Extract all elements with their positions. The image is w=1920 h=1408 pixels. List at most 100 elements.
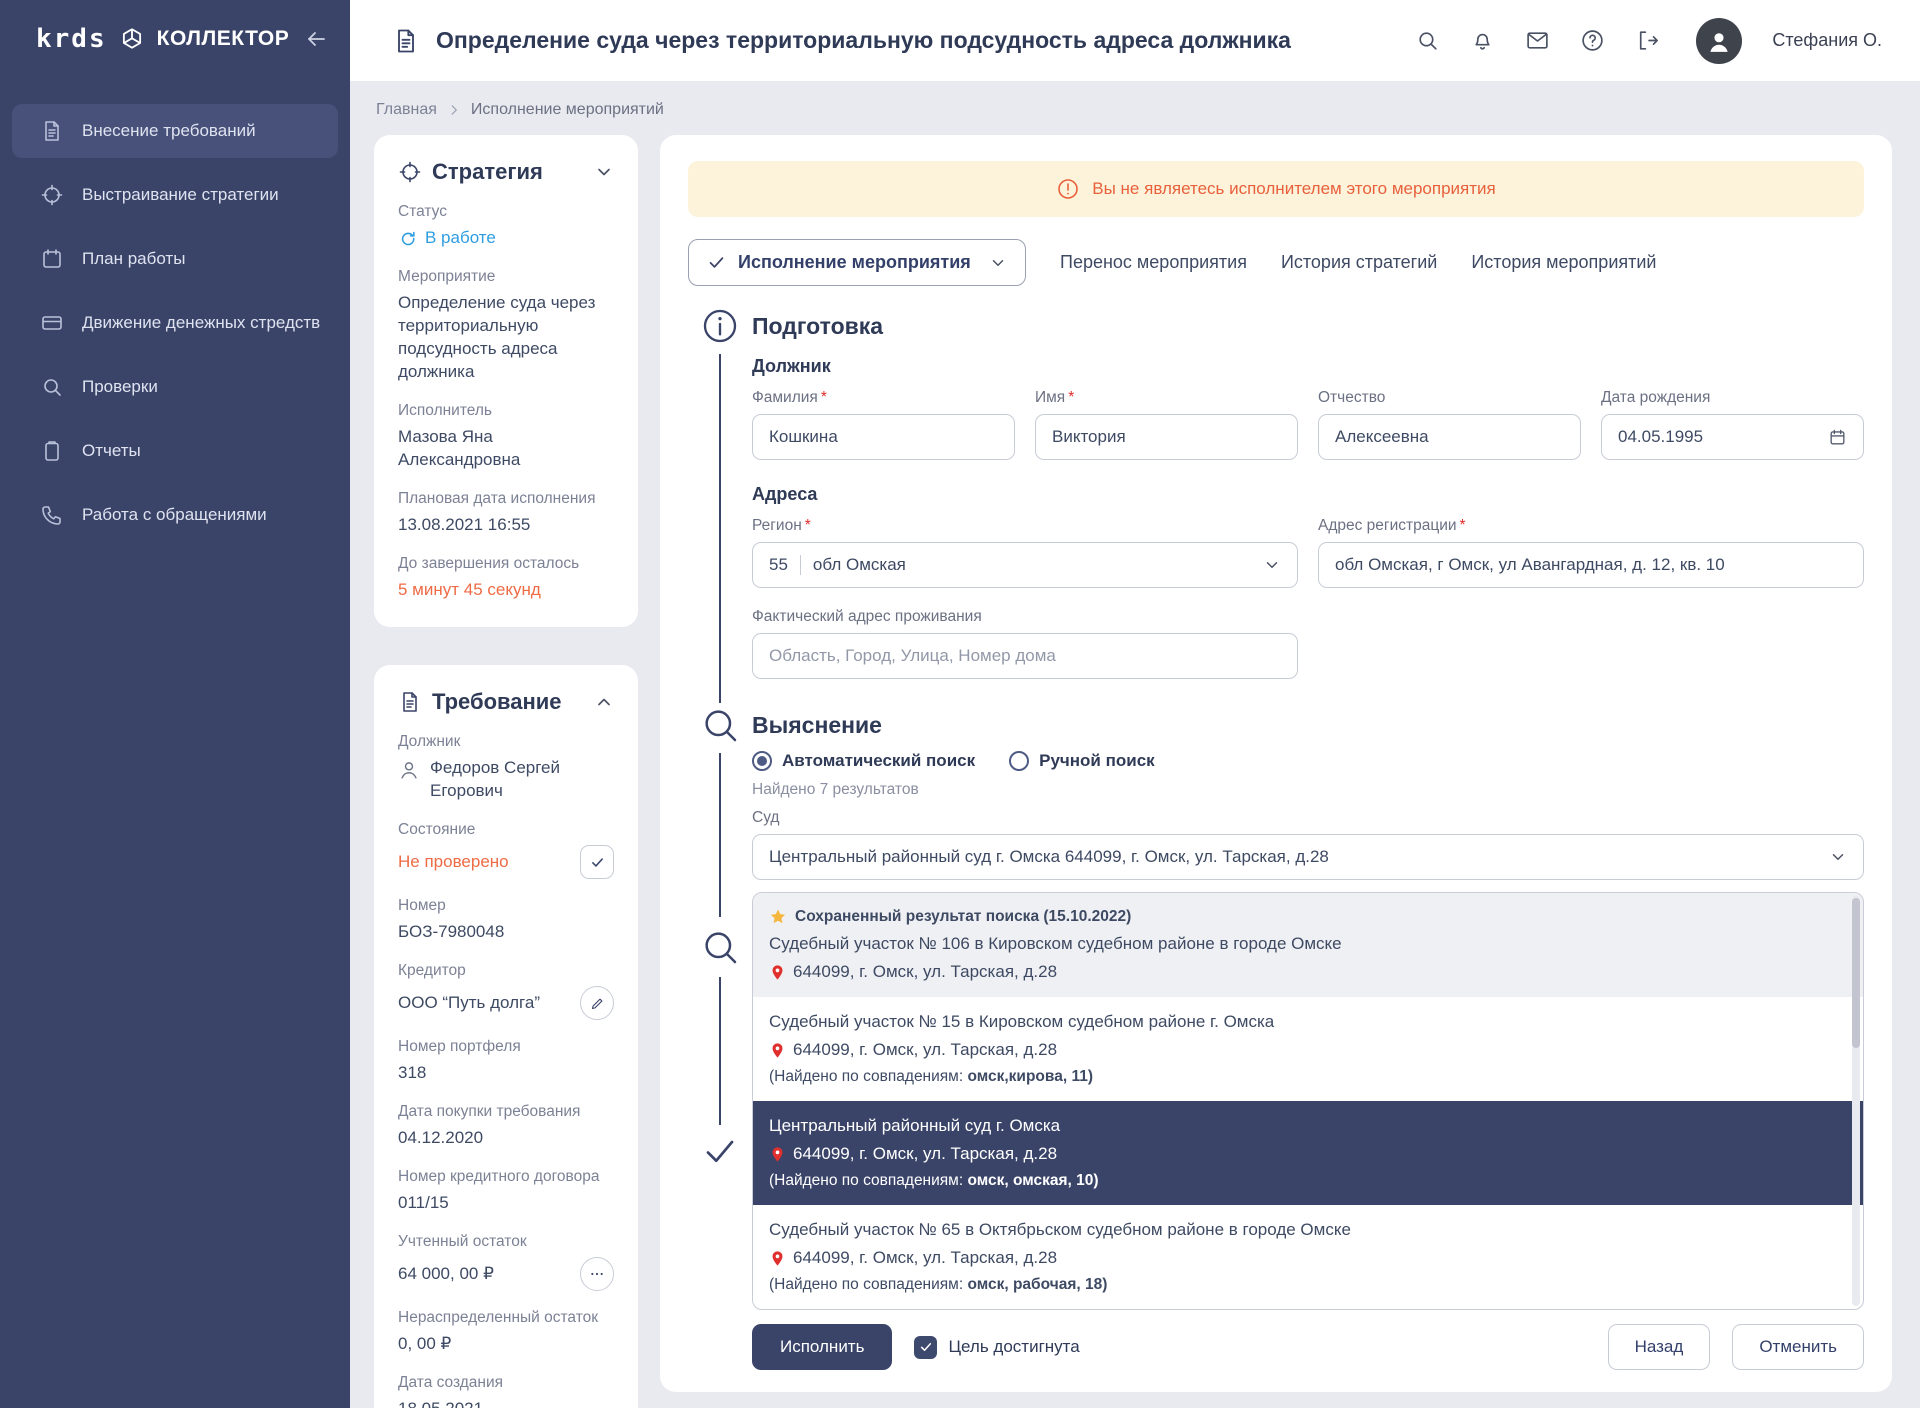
left-column: Стратегия Статус В работе Мероприятие	[374, 135, 638, 1408]
created-date-label: Дата создания	[398, 1374, 614, 1392]
search-icon[interactable]	[1415, 28, 1440, 53]
logout-icon[interactable]	[1635, 28, 1660, 53]
contract-number-value: 011/15	[398, 1192, 614, 1215]
dropdown-scrollbar[interactable]	[1852, 896, 1860, 1306]
event-label: Мероприятие	[398, 268, 614, 286]
search-step-icon	[700, 705, 740, 745]
scrollbar-thumb[interactable]	[1852, 898, 1860, 1048]
radio-auto-search[interactable]: Автоматический поиск	[752, 751, 975, 771]
court-result-title: Судебный участок № 15 в Кировском судебн…	[769, 1008, 1837, 1036]
sidebar-item-label: Движение денежных стредств	[82, 313, 320, 333]
execute-button[interactable]: Исполнить	[752, 1324, 892, 1370]
verify-checkbox-button[interactable]	[580, 845, 614, 879]
location-pin-icon	[769, 1042, 786, 1059]
sidebar-item-checks[interactable]: Проверки	[12, 360, 338, 414]
actual-address-input[interactable]	[752, 633, 1298, 679]
actual-address-label: Фактический адрес проживания	[752, 608, 1298, 626]
court-result-item-selected[interactable]: Центральный районный суд г. Омска 644099…	[753, 1101, 1863, 1205]
goal-achieved-checkbox[interactable]: Цель достигнута	[914, 1336, 1079, 1359]
court-result-address: 644099, г. Омск, ул. Тарская, д.28	[793, 958, 1057, 986]
court-result-address: 644099, г. Омск, ул. Тарская, д.28	[793, 1036, 1057, 1064]
court-result-saved[interactable]: Сохраненный результат поиска (15.10.2022…	[753, 893, 1863, 997]
sidebar-item-requirements-entry[interactable]: Внесение требований	[12, 104, 338, 158]
app-root: krds КОЛЛЕКТОР Внесение требований Выстр…	[0, 0, 1920, 1408]
chevron-down-icon	[1263, 556, 1281, 574]
strategy-title: Стратегия	[432, 159, 543, 185]
court-select[interactable]: Центральный районный суд г. Омска 644099…	[752, 834, 1864, 880]
court-result-title: Судебный участок № 106 в Кировском судеб…	[769, 930, 1837, 958]
bell-icon[interactable]	[1470, 28, 1495, 53]
cancel-button[interactable]: Отменить	[1732, 1324, 1864, 1370]
created-date-value: 18.05.2021	[398, 1398, 614, 1408]
sidebar-item-work-plan[interactable]: План работы	[12, 232, 338, 286]
tab-execution-dropdown[interactable]: Исполнение мероприятия	[688, 239, 1026, 286]
purchase-date-label: Дата покупки требования	[398, 1103, 614, 1121]
warning-text: Вы не являетесь исполнителем этого мероп…	[1092, 179, 1495, 199]
court-result-item[interactable]: Судебный участок № 65 в Октябрьском суде…	[753, 1205, 1863, 1309]
investigation-rail	[688, 705, 752, 1310]
topbar: Определение суда через территориальную п…	[350, 0, 1920, 81]
radio-manual-search[interactable]: Ручной поиск	[1009, 751, 1155, 771]
sidebar-item-money-movement[interactable]: Движение денежных стредств	[12, 296, 338, 350]
registration-address-input[interactable]	[1318, 542, 1864, 588]
help-icon[interactable]	[1580, 28, 1605, 53]
sidebar-item-reports[interactable]: Отчеты	[12, 424, 338, 478]
sidebar-item-appeals[interactable]: Работа с обращениями	[12, 488, 338, 542]
edit-pencil-button[interactable]	[580, 986, 614, 1020]
court-result-address: 644099, г. Омск, ул. Тарская, д.28	[793, 1244, 1057, 1272]
target-icon	[40, 183, 64, 207]
birthdate-input[interactable]: 04.05.1995	[1601, 414, 1864, 460]
breadcrumb-current: Исполнение мероприятий	[471, 101, 664, 119]
match-info: (Найдено по совпадениям: омск,кирова, 11…	[769, 1064, 1837, 1090]
planned-date-value: 13.08.2021 16:55	[398, 514, 614, 537]
document-icon	[40, 119, 64, 143]
event-execution-card: Вы не являетесь исполнителем этого мероп…	[660, 135, 1892, 1392]
more-dots-button[interactable]	[580, 1257, 614, 1291]
location-pin-icon	[769, 964, 786, 981]
calendar-icon	[1828, 428, 1847, 447]
match-info: (Найдено по совпадениям: омск, омская, 1…	[769, 1168, 1837, 1194]
breadcrumb-home[interactable]: Главная	[376, 101, 437, 119]
portfolio-value: 318	[398, 1062, 614, 1085]
chevron-up-icon[interactable]	[594, 692, 614, 712]
tab-event-history[interactable]: История мероприятий	[1471, 252, 1656, 273]
chevron-down-icon[interactable]	[594, 162, 614, 182]
requirement-title: Требование	[432, 689, 562, 715]
saved-result-label: Сохраненный результат поиска (15.10.2022…	[795, 904, 1131, 930]
check-icon	[707, 253, 726, 272]
investigation-section: Выяснение Автоматический поиск Ручной по…	[688, 705, 1864, 1310]
tab-strategy-history[interactable]: История стратегий	[1281, 252, 1437, 273]
required-mark: *	[1460, 517, 1466, 534]
refresh-icon	[398, 229, 417, 248]
debtor-label: Должник	[398, 733, 614, 751]
main-area: Определение суда через территориальную п…	[350, 0, 1920, 1408]
planned-date-label: Плановая дата исполнения	[398, 490, 614, 508]
portfolio-label: Номер портфеля	[398, 1038, 614, 1056]
contract-number-label: Номер кредитного договора	[398, 1168, 614, 1186]
firstname-input[interactable]	[1035, 414, 1298, 460]
region-select[interactable]: 55 обл Омская	[752, 542, 1298, 588]
middlename-input[interactable]	[1318, 414, 1581, 460]
court-label: Суд	[752, 809, 1864, 827]
user-name[interactable]: Стефания О.	[1772, 30, 1882, 51]
product-logo: КОЛЛЕКТОР	[157, 27, 290, 51]
page-document-icon	[392, 27, 420, 55]
phone-icon	[40, 503, 64, 527]
back-button[interactable]: Назад	[1608, 1324, 1711, 1370]
check-step-icon	[702, 1133, 738, 1169]
executor-label: Исполнитель	[398, 402, 614, 420]
registration-address-label: Адрес регистрации*	[1318, 517, 1864, 535]
content: Главная Исполнение мероприятий Стратегия	[350, 81, 1920, 1408]
avatar[interactable]	[1696, 18, 1742, 64]
breadcrumb: Главная Исполнение мероприятий	[374, 95, 1892, 135]
chevron-down-icon	[989, 254, 1007, 272]
mail-icon[interactable]	[1525, 28, 1550, 53]
court-result-item[interactable]: Судебный участок № 15 в Кировском судебн…	[753, 997, 1863, 1101]
tab-transfer[interactable]: Перенос мероприятия	[1060, 252, 1247, 273]
court-result-title: Судебный участок № 65 в Октябрьском суде…	[769, 1216, 1837, 1244]
sidebar-collapse-arrow-icon[interactable]	[304, 27, 328, 51]
sidebar-item-strategy-building[interactable]: Выстраивание стратегии	[12, 168, 338, 222]
clipboard-icon	[40, 439, 64, 463]
document-icon	[398, 690, 422, 714]
lastname-input[interactable]	[752, 414, 1015, 460]
